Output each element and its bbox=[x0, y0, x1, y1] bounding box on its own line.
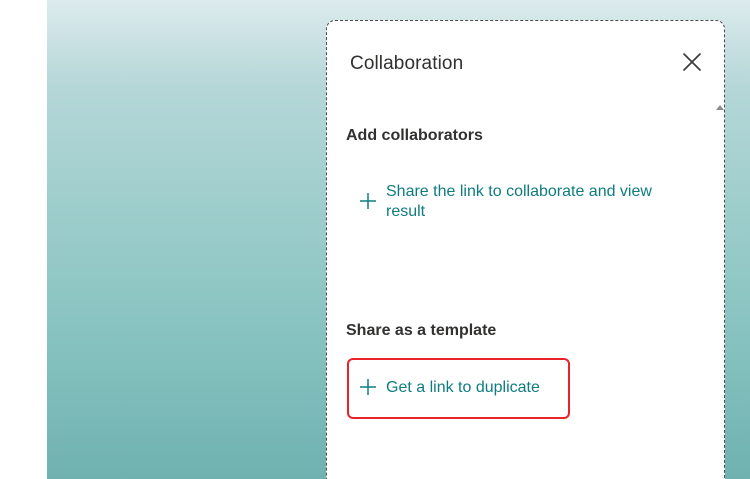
plus-icon bbox=[360, 379, 376, 395]
duplicate-link-button[interactable]: Get a link to duplicate bbox=[359, 378, 579, 398]
scroll-up-button[interactable] bbox=[714, 99, 726, 110]
close-button[interactable] bbox=[679, 49, 705, 75]
app-screen: Collaboration Add collaborators Share th… bbox=[0, 0, 750, 479]
duplicate-link-label: Get a link to duplicate bbox=[386, 379, 540, 396]
share-link-label: Share the link to collaborate and view r… bbox=[386, 183, 652, 220]
collaboration-panel: Collaboration Add collaborators Share th… bbox=[326, 20, 725, 479]
share-link-button[interactable]: Share the link to collaborate and view r… bbox=[359, 182, 659, 222]
left-card bbox=[0, 6, 47, 479]
close-icon bbox=[683, 53, 701, 71]
add-collaborators-heading: Add collaborators bbox=[346, 127, 483, 144]
share-template-heading: Share as a template bbox=[346, 322, 497, 339]
panel-title: Collaboration bbox=[350, 53, 464, 74]
plus-icon bbox=[360, 193, 376, 209]
scroll-up-arrow-icon bbox=[716, 105, 724, 110]
